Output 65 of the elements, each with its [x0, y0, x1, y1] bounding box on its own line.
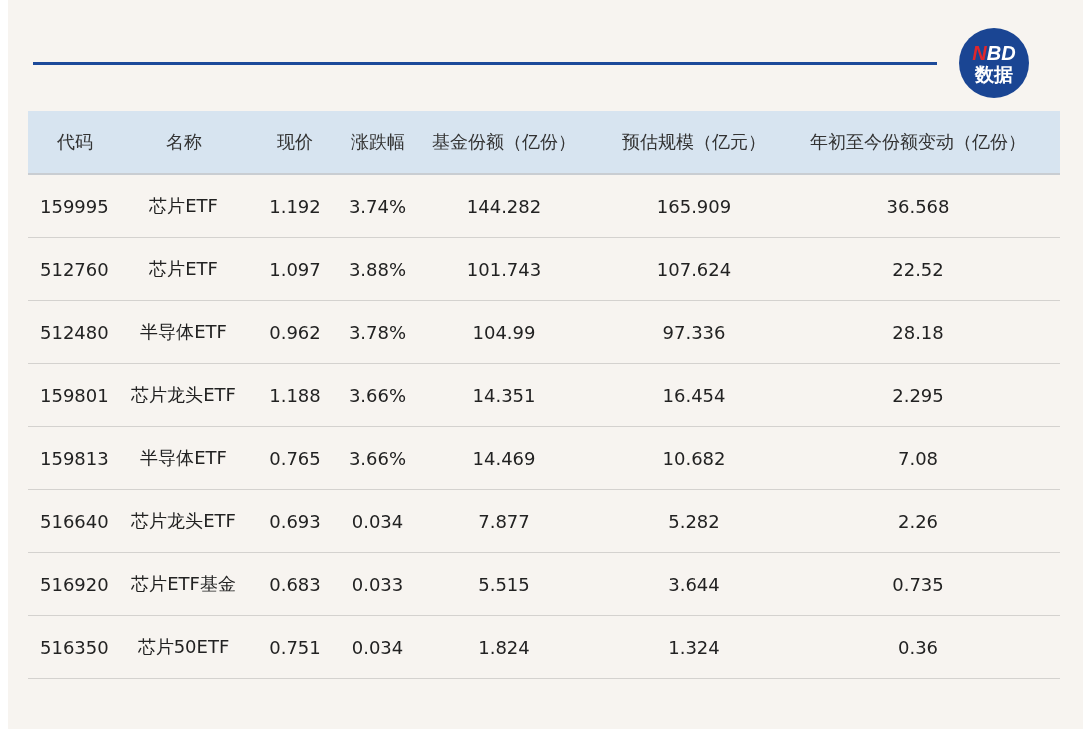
column-header: 名称	[164, 130, 203, 154]
table-cell-text: 芯片50ETF	[136, 635, 231, 659]
table-cell-text: 104.99	[471, 321, 537, 343]
table-cell-text: 0.683	[268, 573, 322, 595]
table-cell-text: 516350	[39, 636, 110, 658]
table-cell-text: 3.644	[667, 573, 721, 595]
column-header: 预估规模（亿元）	[621, 130, 767, 154]
table-cell-text: 芯片ETF基金	[130, 572, 237, 596]
table-cell-text: 159813	[39, 447, 110, 469]
table-cell-text: 22.52	[891, 258, 945, 280]
table-cell-text: 512480	[39, 321, 110, 343]
table-cell-text: 0.36	[896, 636, 940, 658]
table-cell-text: 16.454	[661, 384, 727, 406]
table-cell-text: 101.743	[465, 258, 543, 280]
table-cell-text: 7.08	[896, 447, 940, 469]
table-cell-text: 1.324	[667, 636, 721, 658]
table-cell-text: 14.351	[471, 384, 537, 406]
table-cell-text: 1.824	[477, 636, 531, 658]
table-cell-text: 0.735	[891, 573, 945, 595]
table-cell-text: 512760	[39, 258, 110, 280]
table-cell-text: 516920	[39, 573, 110, 595]
table-cell-text: 3.66%	[347, 447, 408, 469]
table-cell-text: 10.682	[661, 447, 727, 469]
table-cell-text: 3.88%	[347, 258, 408, 280]
table-cell-text: 97.336	[661, 321, 727, 343]
table-cell-text: 1.192	[268, 195, 322, 217]
table-cell-text: 3.74%	[347, 195, 408, 217]
table-cell-text: 芯片龙头ETF	[130, 383, 237, 407]
table-cell-text: 2.295	[891, 384, 945, 406]
table-cell-text: 144.282	[465, 195, 543, 217]
table-cell-text: 芯片ETF	[148, 257, 219, 281]
table-cell-text: 芯片ETF	[148, 194, 219, 218]
table-cell-text: 0.034	[350, 510, 405, 532]
logo-brand: NBD	[972, 42, 1016, 63]
table-cell-text: 芯片龙头ETF	[130, 509, 237, 533]
table-cell-text: 165.909	[655, 195, 733, 217]
table-cell-text: 半导体ETF	[139, 320, 228, 344]
table-cell-text: 3.78%	[347, 321, 408, 343]
table-cell-text: 0.962	[268, 321, 322, 343]
table-cell-text: 14.469	[471, 447, 537, 469]
column-header: 基金份额（亿份）	[431, 130, 577, 154]
column-header: 代码	[56, 130, 94, 154]
table-cell-text: 7.877	[477, 510, 531, 532]
table-cell-text: 0.033	[350, 573, 405, 595]
column-header: 现价	[276, 130, 314, 154]
table-cell-text: 159995	[39, 195, 110, 217]
column-header: 年初至今份额变动（亿份）	[809, 130, 1027, 154]
table-cell-text: 159801	[39, 384, 110, 406]
table-cell-text: 1.188	[268, 384, 322, 406]
table-cell-text: 107.624	[655, 258, 733, 280]
table-cell-text: 0.751	[268, 636, 322, 658]
table-cell-text: 516640	[39, 510, 110, 532]
table-cell-text: 3.66%	[347, 384, 408, 406]
table-cell-text: 半导体ETF	[139, 446, 228, 470]
table-cell-text: 0.034	[350, 636, 405, 658]
table-cell-text: 1.097	[268, 258, 322, 280]
table-cell-text: 0.765	[268, 447, 322, 469]
table-cell-text: 28.18	[891, 321, 945, 343]
table-cell-text: 2.26	[896, 510, 940, 532]
logo-label: 数据	[975, 64, 1013, 84]
table-cell-text: 36.568	[885, 195, 951, 217]
table-cell-text: 5.282	[667, 510, 721, 532]
table-cell-text: 5.515	[477, 573, 531, 595]
column-header: 涨跌幅	[349, 130, 406, 154]
table-cell-text: 0.693	[268, 510, 322, 532]
